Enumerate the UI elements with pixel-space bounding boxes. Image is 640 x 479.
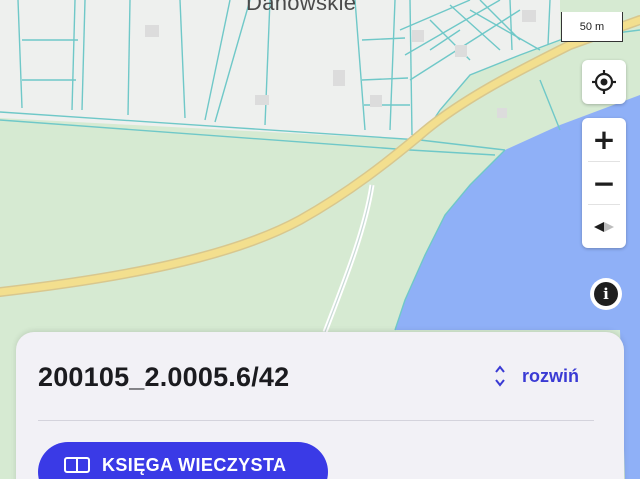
zoom-controls: + −: [582, 118, 626, 248]
book-icon: [64, 457, 90, 473]
unfold-chevrons-icon: [494, 364, 506, 388]
scale-label: 50 m: [579, 20, 605, 33]
expand-button[interactable]: rozwiń: [494, 362, 579, 390]
compass-button[interactable]: [582, 205, 626, 248]
info-button[interactable]: i: [590, 278, 622, 310]
compass-icon: [594, 221, 614, 232]
land-register-label: KSIĘGA WIECZYSTA: [102, 454, 287, 475]
parcel-details-sheet: 200105_2.0005.6/42 rozwiń KSIĘGA WIECZYS…: [16, 332, 624, 479]
expand-label: rozwiń: [522, 365, 579, 386]
zoom-in-button[interactable]: +: [582, 118, 626, 161]
place-label: Danowskie: [246, 0, 357, 15]
crosshair-locate-icon: [592, 70, 616, 94]
sheet-divider: [38, 420, 594, 421]
land-register-button[interactable]: KSIĘGA WIECZYSTA: [38, 442, 328, 479]
scale-bar: 50 m: [561, 12, 623, 42]
parcel-id: 200105_2.0005.6/42: [38, 362, 290, 392]
zoom-out-button[interactable]: −: [582, 162, 626, 205]
locate-button[interactable]: [582, 60, 626, 104]
info-icon: i: [594, 282, 618, 306]
